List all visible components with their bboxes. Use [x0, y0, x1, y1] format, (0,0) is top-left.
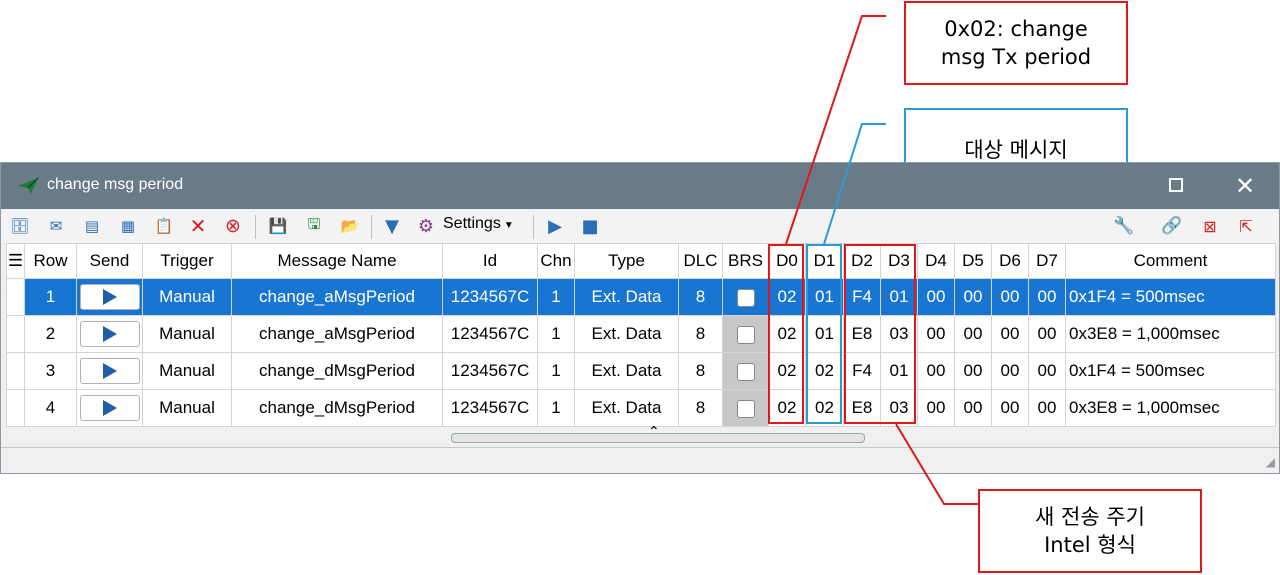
- callout-connectors: [785, 15, 978, 505]
